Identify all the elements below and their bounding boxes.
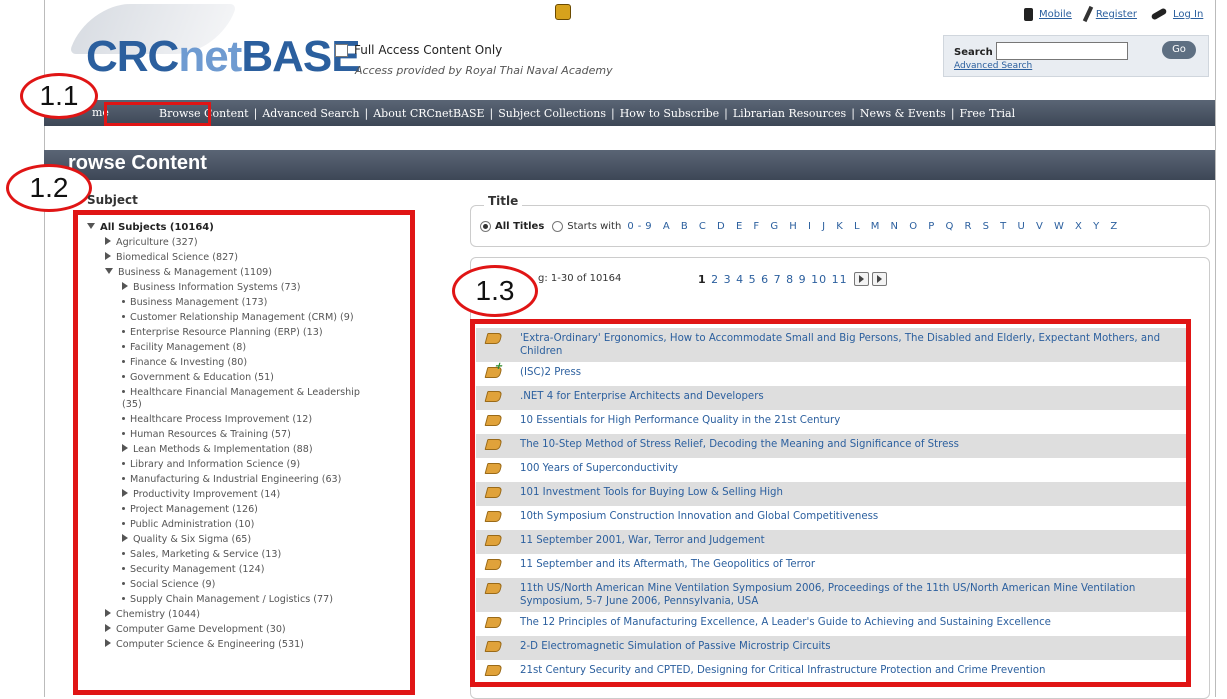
page-title: rowse Content: [68, 152, 207, 174]
tree-item[interactable]: Business Management (173): [87, 295, 417, 310]
crcnetbase-logo[interactable]: CRCnetBASE: [86, 32, 361, 82]
tree-item[interactable]: Government & Education (51): [87, 370, 417, 385]
tree-item[interactable]: Social Science (9): [87, 577, 417, 592]
crest-icon: [555, 4, 571, 20]
callout-1-2: 1.2: [6, 164, 92, 212]
tree-item[interactable]: Facility Management (8): [87, 340, 417, 355]
all-titles-label[interactable]: All Titles: [495, 221, 544, 232]
tree-item-all-subjects[interactable]: All Subjects (10164): [87, 220, 417, 235]
tree-item[interactable]: Computer Game Development (30): [87, 622, 417, 637]
search-input[interactable]: [996, 42, 1128, 60]
full-access-option[interactable]: Full Access Content Only: [335, 43, 502, 57]
nav-librarian-resources[interactable]: Librarian Resources: [728, 107, 851, 120]
callout-1-3: 1.3: [452, 265, 538, 317]
login-link[interactable]: Log In: [1173, 9, 1203, 20]
tree-item[interactable]: Lean Methods & Implementation (88): [87, 442, 417, 457]
go-button[interactable]: Go: [1162, 41, 1196, 59]
tree-item[interactable]: Enterprise Resource Planning (ERP) (13): [87, 325, 417, 340]
search-box: Search Go Advanced Search: [943, 35, 1209, 77]
nav-news-events[interactable]: News & Events: [855, 107, 951, 120]
alphabet-links[interactable]: 0-9 A B C D E F G H I J K L M N O P Q R …: [627, 221, 1121, 232]
starts-with-label[interactable]: Starts with: [567, 221, 621, 232]
provided-by-text: Access provided by Royal Thai Naval Acad…: [355, 64, 613, 77]
mobile-icon: [1024, 7, 1033, 21]
pencil-icon: [1082, 5, 1094, 23]
key-icon: [1150, 7, 1168, 21]
mobile-link[interactable]: Mobile: [1039, 9, 1072, 20]
top-links: Mobile Register Log In: [1010, 5, 1203, 23]
logo-net: net: [178, 32, 242, 81]
tree-item[interactable]: Project Management (126): [87, 502, 417, 517]
subject-header: Subject: [87, 193, 138, 207]
tree-item[interactable]: Business & Management (1109): [87, 265, 417, 280]
callout-1-1: 1.1: [20, 73, 98, 119]
title-filter-row: All Titles Starts with 0-9 A B C D E F G…: [480, 221, 1121, 232]
tree-item[interactable]: Security Management (124): [87, 562, 417, 577]
current-page: 1: [698, 272, 707, 286]
nav-how-to-subscribe[interactable]: How to Subscribe: [615, 107, 724, 120]
tree-item[interactable]: Healthcare Financial Management & Leader…: [87, 385, 362, 412]
next-page-icon[interactable]: [853, 272, 869, 286]
full-access-label: Full Access Content Only: [354, 43, 503, 57]
tree-item[interactable]: Sales, Marketing & Service (13): [87, 547, 417, 562]
pagination: 1 2 3 4 5 6 7 8 9 10 11: [698, 272, 887, 286]
nav-free-trial[interactable]: Free Trial: [955, 107, 1021, 120]
highlight-browse-content: [104, 102, 211, 126]
tree-item[interactable]: Biomedical Science (827): [87, 250, 417, 265]
tree-item[interactable]: Agriculture (327): [87, 235, 417, 250]
last-page-icon[interactable]: [871, 272, 887, 286]
tree-item[interactable]: Public Administration (10): [87, 517, 417, 532]
tree-item[interactable]: Library and Information Science (9): [87, 457, 417, 472]
tree-item[interactable]: Business Information Systems (73): [87, 280, 417, 295]
search-label: Search: [954, 47, 993, 58]
nav-about[interactable]: About CRCnetBASE: [368, 107, 489, 120]
tree-item[interactable]: Manufacturing & Industrial Engineering (…: [87, 472, 417, 487]
subject-tree: All Subjects (10164) Agriculture (327) B…: [87, 220, 417, 652]
starts-with-radio[interactable]: [552, 221, 564, 232]
tree-item[interactable]: Customer Relationship Management (CRM) (…: [87, 310, 417, 325]
tree-item[interactable]: Productivity Improvement (14): [87, 487, 417, 502]
register-link[interactable]: Register: [1096, 9, 1137, 20]
tree-item[interactable]: Chemistry (1044): [87, 607, 417, 622]
showing-count: g: 1-30 of 10164: [538, 273, 622, 284]
logo-crc: CRC: [86, 32, 179, 81]
page-links[interactable]: 2 3 4 5 6 7 8 9 10 11: [711, 273, 847, 286]
all-titles-radio[interactable]: [480, 221, 491, 232]
tree-item[interactable]: Quality & Six Sigma (65): [87, 532, 417, 547]
full-access-checkbox[interactable]: [335, 43, 348, 57]
highlight-results: [470, 319, 1191, 687]
main-nav: me Browse Content | Advanced Search | Abou…: [44, 100, 1215, 126]
tree-item[interactable]: Human Resources & Training (57): [87, 427, 417, 442]
advanced-search-link[interactable]: Advanced Search: [954, 61, 1032, 71]
tree-item[interactable]: Healthcare Process Improvement (12): [87, 412, 417, 427]
tree-item[interactable]: Finance & Investing (80): [87, 355, 417, 370]
page-heading-bar: rowse Content: [44, 150, 1215, 180]
tree-item[interactable]: Supply Chain Management / Logistics (77): [87, 592, 417, 607]
tree-item[interactable]: Computer Science & Engineering (531): [87, 637, 417, 652]
nav-advanced-search[interactable]: Advanced Search: [257, 107, 364, 120]
title-filter-label: Title: [484, 194, 523, 208]
nav-subject-collections[interactable]: Subject Collections: [493, 107, 611, 120]
